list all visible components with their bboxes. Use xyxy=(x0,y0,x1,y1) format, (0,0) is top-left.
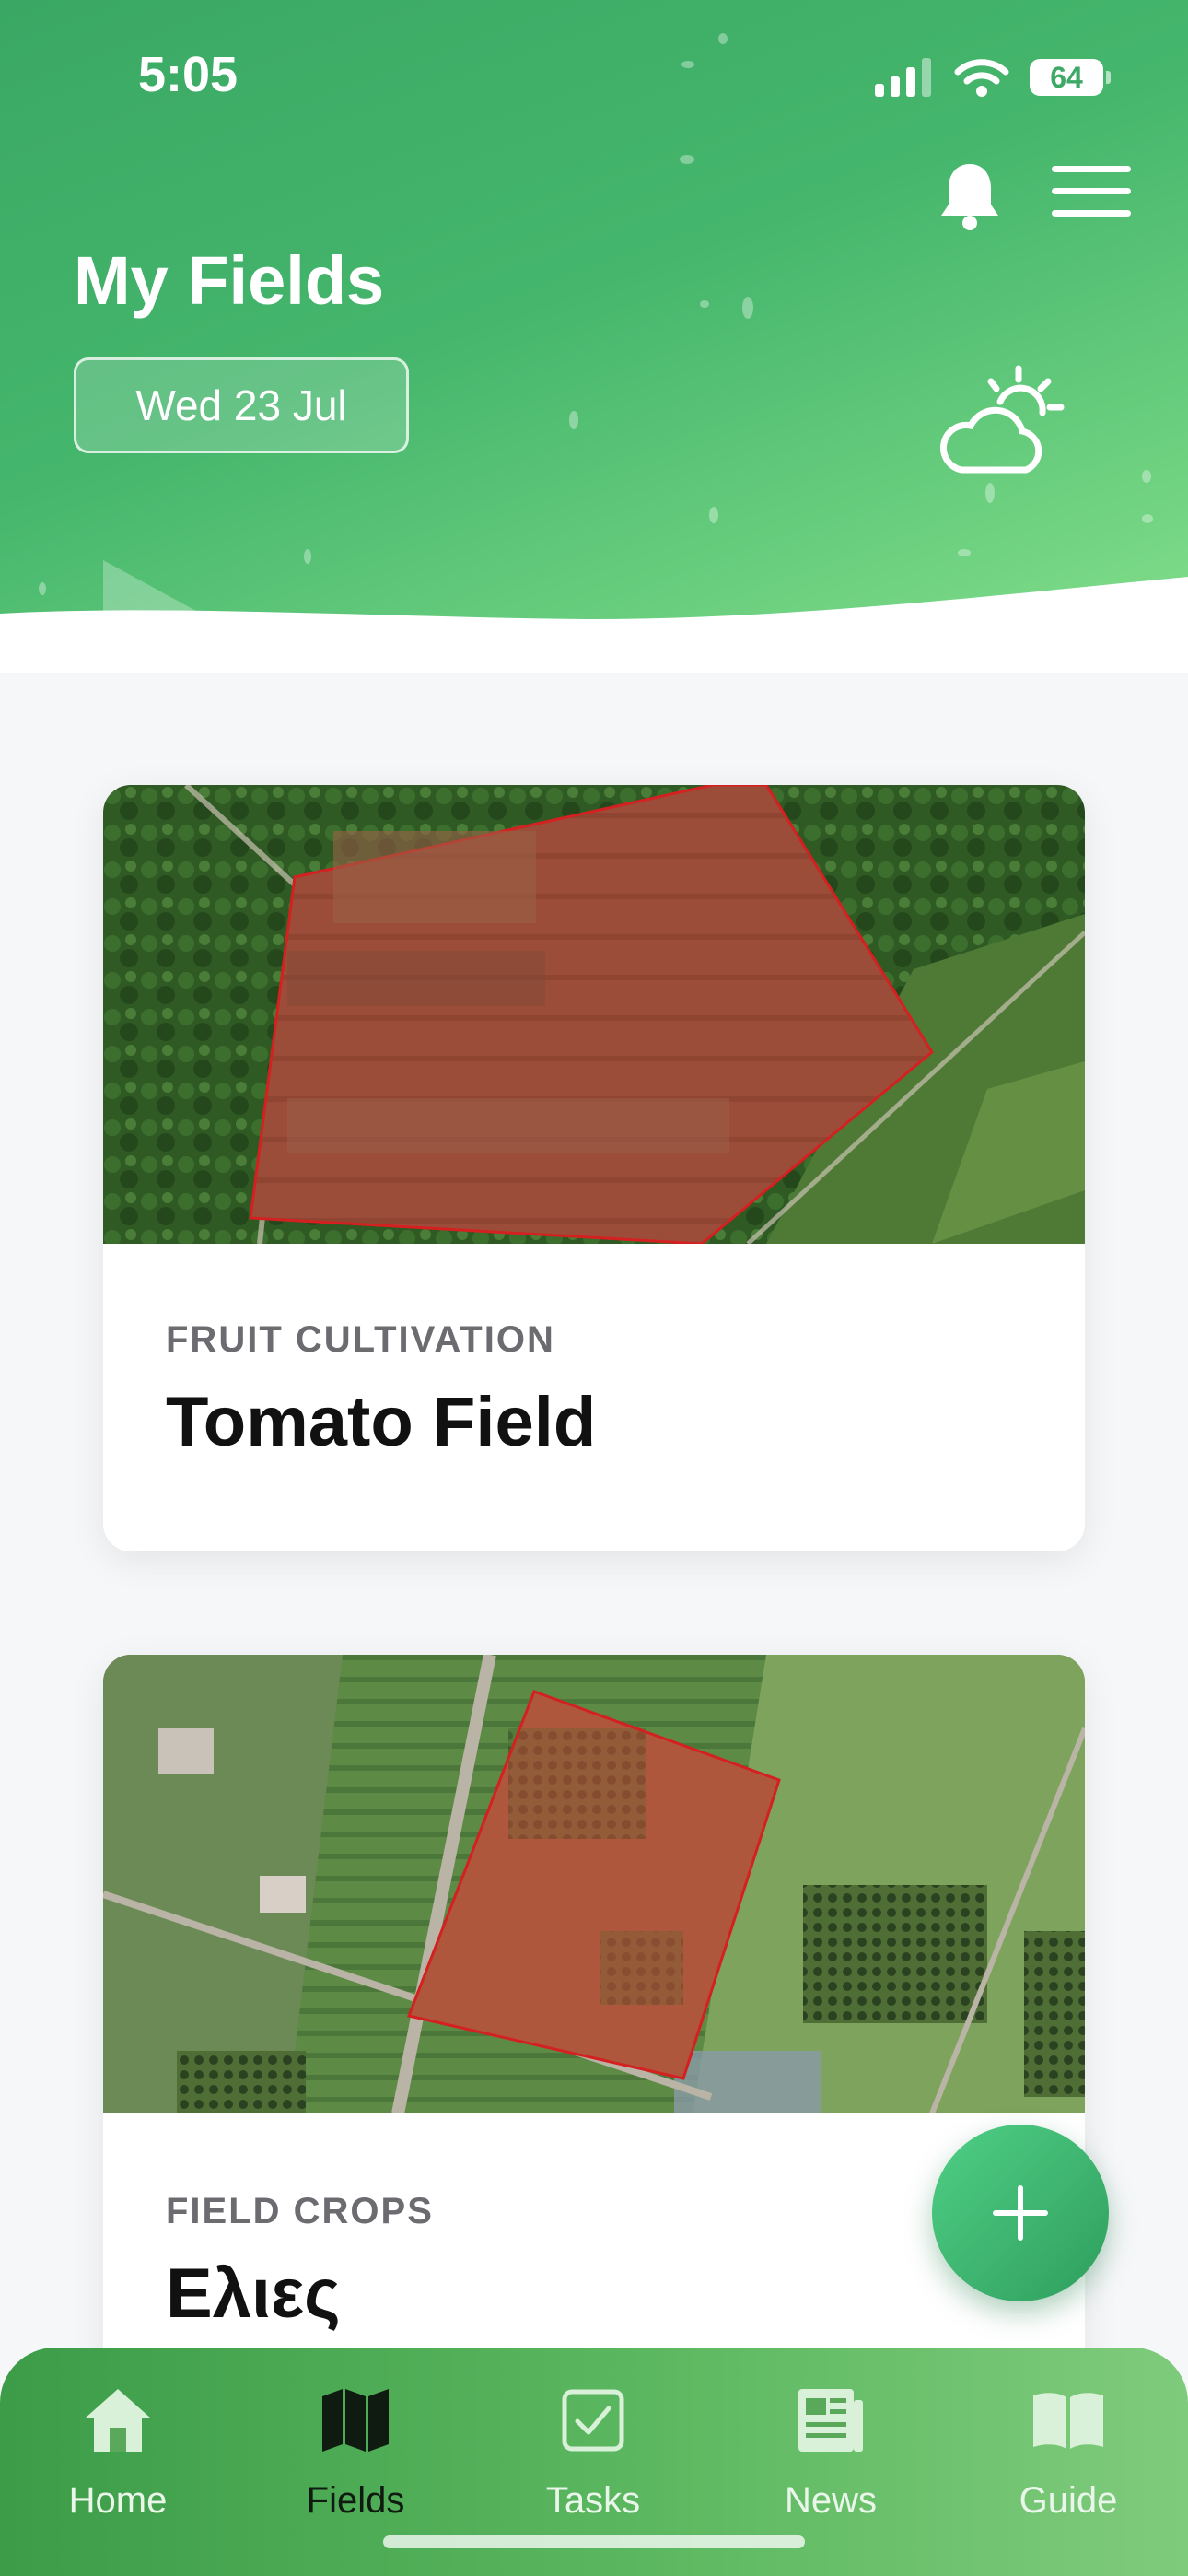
tab-tasks[interactable]: Tasks xyxy=(492,2381,694,2522)
home-icon xyxy=(85,2389,151,2452)
tab-news[interactable]: News xyxy=(729,2381,932,2522)
add-field-button[interactable] xyxy=(932,2125,1109,2301)
header-wave xyxy=(0,577,1188,673)
field-category: FIELD CROPS xyxy=(166,2191,434,2231)
tab-label: Guide xyxy=(1019,2480,1118,2521)
wifi-icon xyxy=(954,59,1009,97)
date-chip[interactable]: Wed 23 Jul xyxy=(74,357,409,453)
book-icon xyxy=(1033,2393,1103,2449)
header: 5:05 64 My Fields Wed 23 Jul xyxy=(0,0,1188,673)
page-title: My Fields xyxy=(74,242,385,319)
newspaper-icon xyxy=(798,2389,863,2452)
plus-icon xyxy=(993,2185,1048,2241)
field-name: Ελιες xyxy=(166,2254,341,2333)
cellular-signal-icon xyxy=(875,58,931,97)
field-satellite-map xyxy=(103,785,1085,1244)
menu-icon[interactable] xyxy=(1052,166,1131,217)
battery-indicator: 64 xyxy=(1030,59,1111,96)
home-indicator xyxy=(383,2535,805,2548)
tab-label: Tasks xyxy=(545,2480,641,2521)
tab-label: Fields xyxy=(306,2480,405,2521)
notification-bell-icon[interactable] xyxy=(938,158,1002,232)
status-time: 5:05 xyxy=(138,47,239,102)
field-satellite-map xyxy=(103,1655,1085,2113)
tab-guide[interactable]: Guide xyxy=(967,2381,1170,2522)
tab-fields[interactable]: Fields xyxy=(254,2381,457,2522)
checkbox-icon xyxy=(562,2389,624,2452)
tab-label: News xyxy=(784,2480,878,2521)
status-icons: 64 xyxy=(875,57,1111,98)
field-card-tomato[interactable]: FRUIT CULTIVATION Tomato Field xyxy=(103,785,1085,1551)
map-icon xyxy=(322,2389,389,2452)
tab-label: Home xyxy=(68,2480,168,2521)
partly-cloudy-icon xyxy=(940,365,1065,474)
tab-home[interactable]: Home xyxy=(17,2381,219,2522)
field-name: Tomato Field xyxy=(166,1383,597,1461)
field-category: FRUIT CULTIVATION xyxy=(166,1319,555,1360)
